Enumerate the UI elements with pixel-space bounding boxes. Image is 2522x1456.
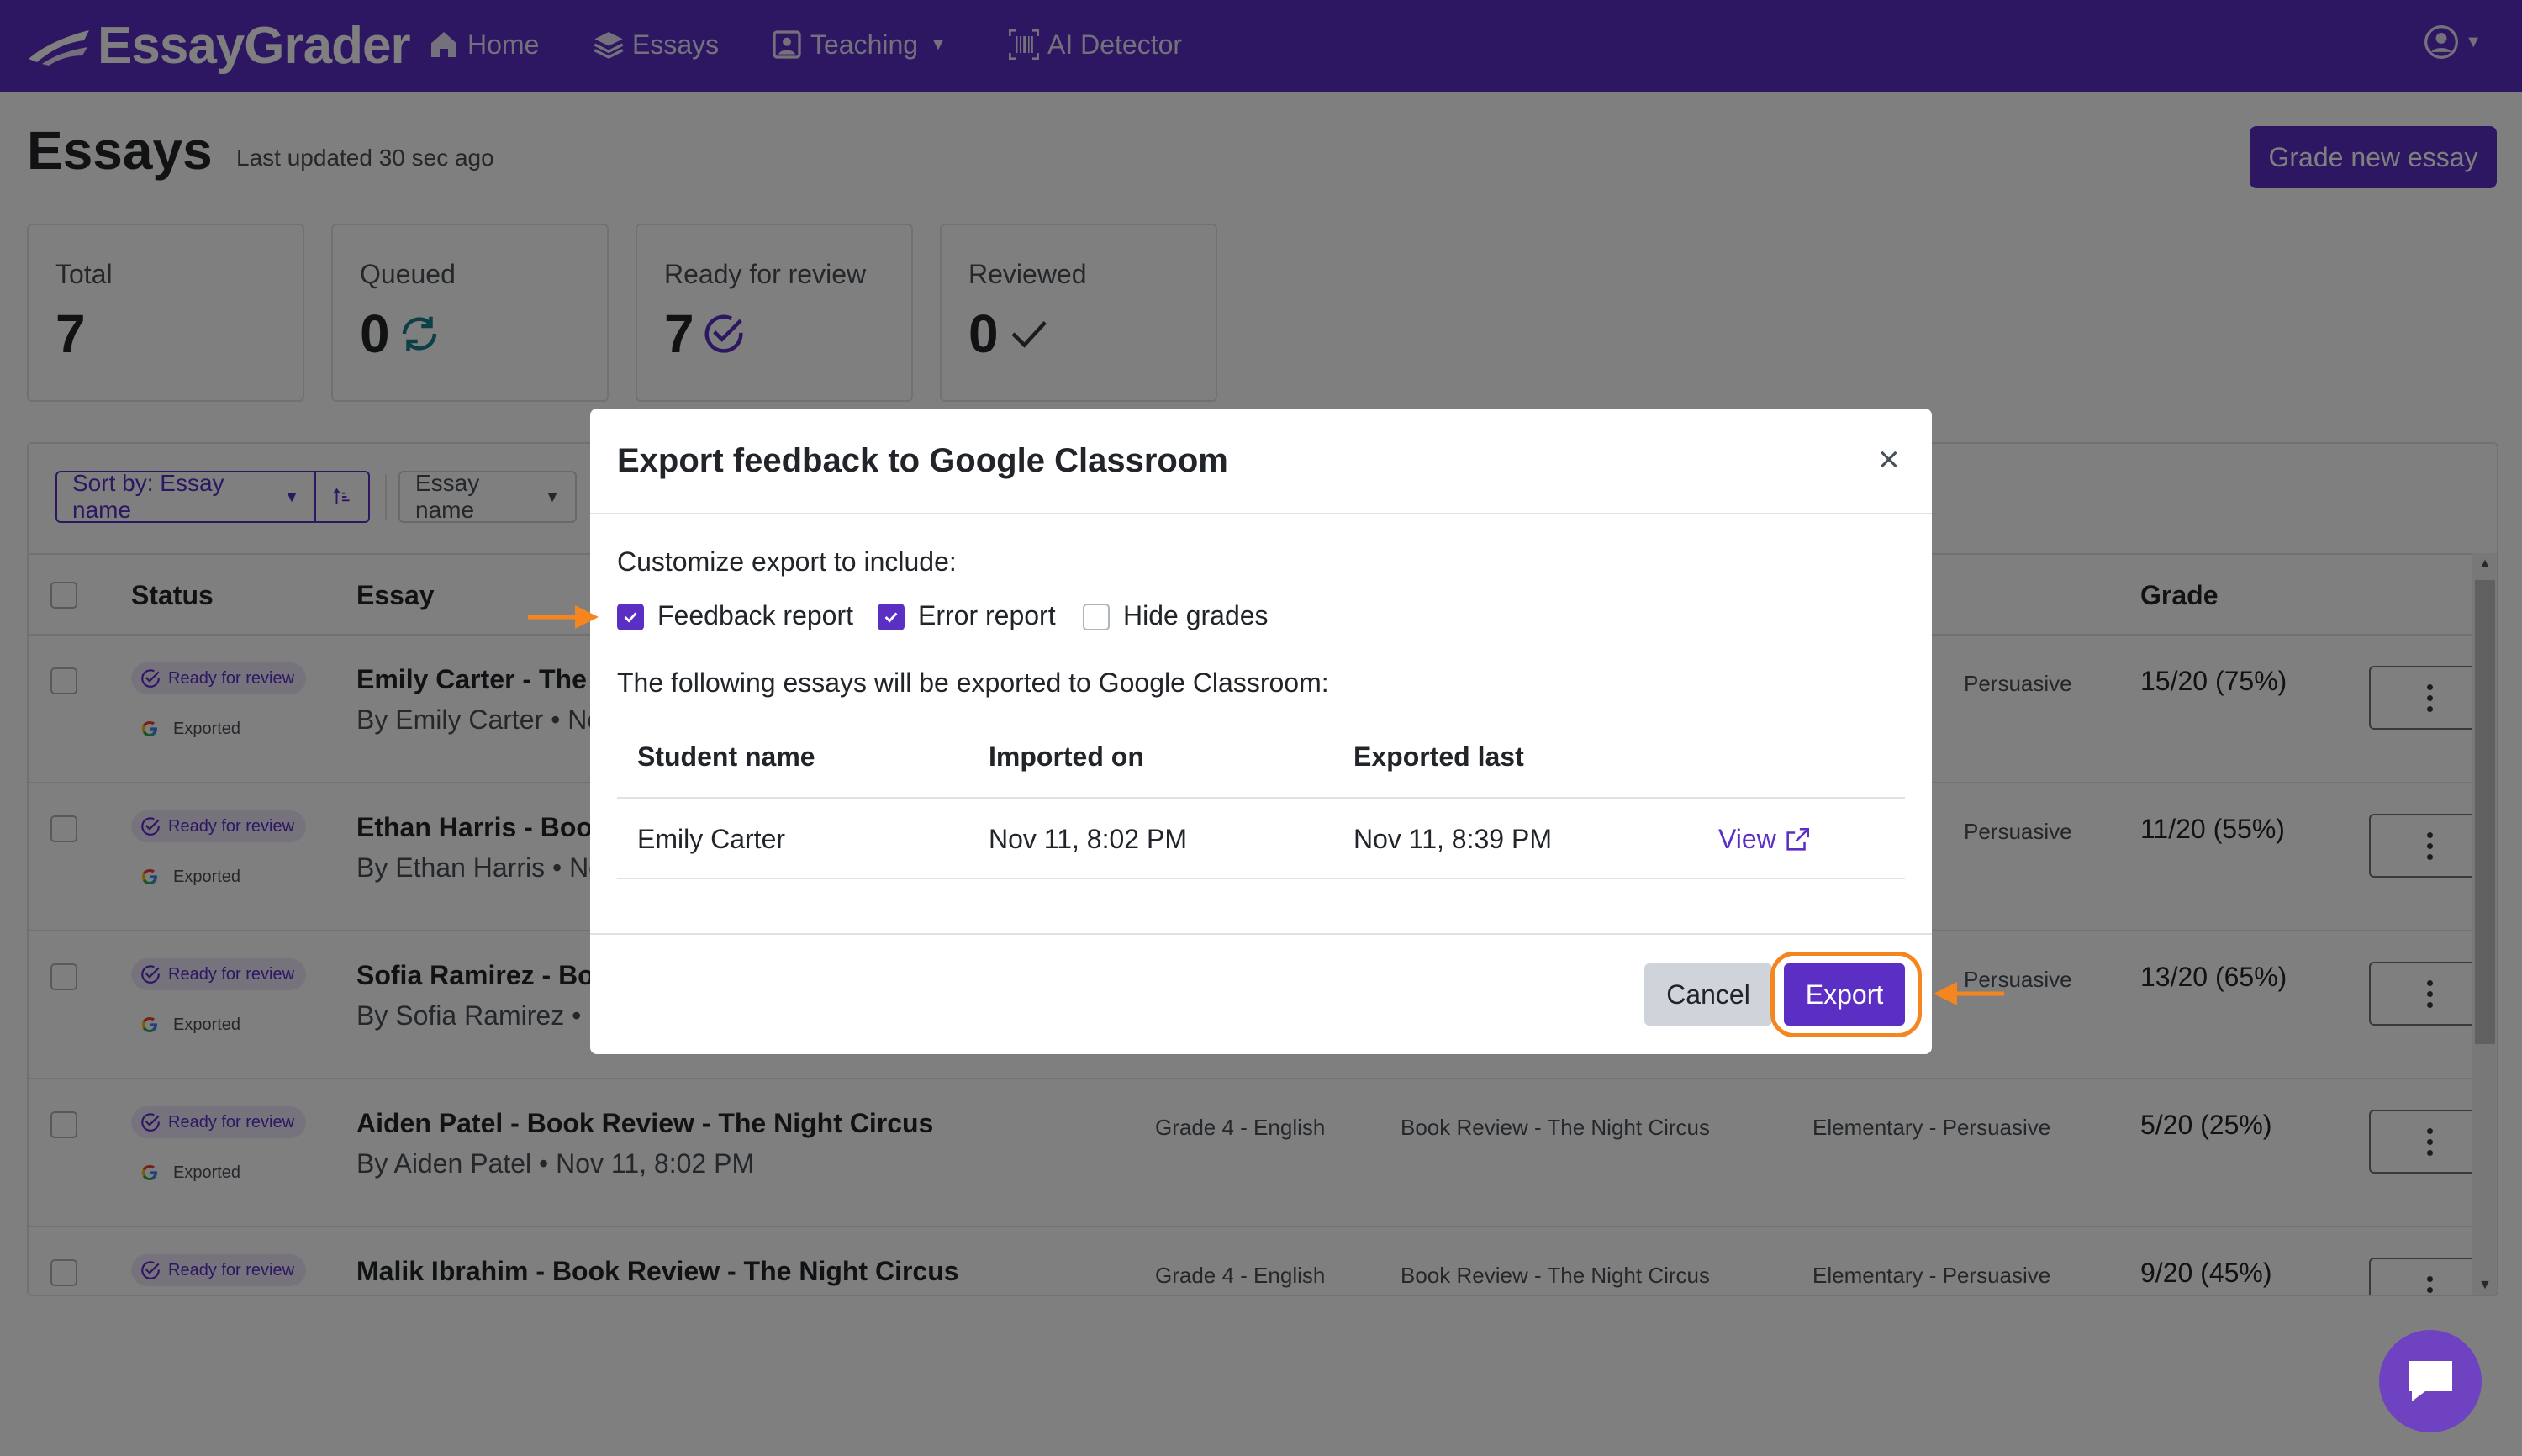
view-link[interactable]: View	[1718, 824, 1812, 855]
check-icon	[624, 612, 637, 623]
error-report-checkbox[interactable]	[878, 604, 905, 630]
student-name-cell: Emily Carter	[637, 824, 786, 854]
check-icon	[884, 612, 898, 623]
arrow-right-icon	[528, 605, 599, 629]
export-button[interactable]: Export	[1784, 963, 1905, 1026]
col-student-name: Student name	[637, 741, 815, 772]
exported-last-cell: Nov 11, 8:39 PM	[1353, 824, 1552, 854]
modal-header: Export feedback to Google Classroom ×	[590, 409, 1932, 514]
modal-title: Export feedback to Google Classroom	[617, 442, 1228, 479]
feedback-report-checkbox[interactable]	[617, 604, 644, 630]
hide-grades-checkbox[interactable]	[1083, 604, 1110, 630]
chat-support-button[interactable]	[2379, 1330, 2482, 1432]
feedback-report-label[interactable]: Feedback report	[657, 600, 853, 631]
modal-footer-divider	[590, 933, 1932, 935]
export-modal: Export feedback to Google Classroom ×	[590, 409, 1932, 1054]
list-intro: The following essays will be exported to…	[617, 667, 1329, 698]
hide-grades-label[interactable]: Hide grades	[1123, 600, 1269, 631]
cancel-button[interactable]: Cancel	[1644, 963, 1772, 1026]
table-divider	[617, 797, 1905, 799]
error-report-label[interactable]: Error report	[918, 600, 1056, 631]
col-imported-on: Imported on	[989, 741, 1144, 772]
table-divider	[617, 878, 1905, 879]
close-icon[interactable]: ×	[1878, 439, 1900, 481]
col-exported-last: Exported last	[1353, 741, 1524, 772]
external-link-icon	[1786, 827, 1809, 851]
view-link-label: View	[1718, 824, 1776, 854]
chat-icon	[2409, 1361, 2452, 1401]
arrow-left-icon	[1934, 982, 2004, 1005]
imported-on-cell: Nov 11, 8:02 PM	[989, 824, 1187, 854]
customize-label: Customize export to include:	[617, 546, 957, 577]
